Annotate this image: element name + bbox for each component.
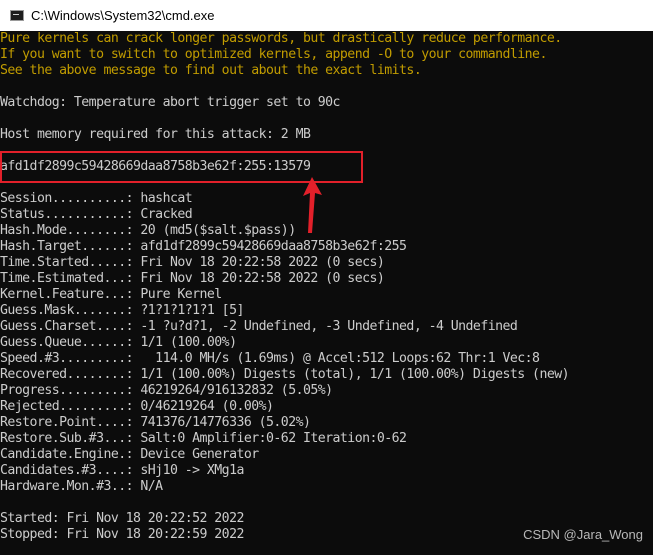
warning-line: Pure kernels can crack longer passwords,… bbox=[0, 31, 562, 46]
status-line-kernel-feature: Kernel.Feature...: Pure Kernel bbox=[0, 287, 222, 302]
window-title: C:\Windows\System32\cmd.exe bbox=[31, 8, 215, 23]
status-line-status: Status...........: Cracked bbox=[0, 207, 193, 222]
watermark: CSDN @Jara_Wong bbox=[523, 527, 643, 542]
status-line-hardware-mon: Hardware.Mon.#3..: N/A bbox=[0, 479, 163, 494]
status-line-hash-target: Hash.Target......: afd1df2899c59428669da… bbox=[0, 239, 407, 254]
host-memory-line: Host memory required for this attack: 2 … bbox=[0, 127, 311, 142]
warning-line: See the above message to find out about … bbox=[0, 63, 422, 78]
status-line-candidate-engine: Candidate.Engine.: Device Generator bbox=[0, 447, 259, 462]
window-titlebar[interactable]: C:\Windows\System32\cmd.exe bbox=[0, 0, 653, 31]
warning-line: If you want to switch to optimized kerne… bbox=[0, 47, 547, 62]
status-line-hash-mode: Hash.Mode........: 20 (md5($salt.$pass)) bbox=[0, 223, 296, 238]
status-line-speed: Speed.#3.........: 114.0 MH/s (1.69ms) @… bbox=[0, 351, 540, 366]
status-line-guess-mask: Guess.Mask.......: ?1?1?1?1?1 [5] bbox=[0, 303, 244, 318]
watchdog-line: Watchdog: Temperature abort trigger set … bbox=[0, 95, 340, 110]
cmd-console-icon bbox=[10, 10, 24, 21]
status-line-time-started: Time.Started.....: Fri Nov 18 20:22:58 2… bbox=[0, 255, 385, 270]
status-line-restore-point: Restore.Point....: 741376/14776336 (5.02… bbox=[0, 415, 311, 430]
status-line-guess-charset: Guess.Charset....: -1 ?u?d?1, -2 Undefin… bbox=[0, 319, 518, 334]
status-line-rejected: Rejected.........: 0/46219264 (0.00%) bbox=[0, 399, 274, 414]
red-arrow-icon bbox=[303, 177, 322, 233]
console-output[interactable]: Pure kernels can crack longer passwords,… bbox=[0, 31, 653, 555]
status-line-candidates: Candidates.#3....: sHj10 -> XMg1a bbox=[0, 463, 244, 478]
status-line-restore-sub: Restore.Sub.#3...: Salt:0 Amplifier:0-62… bbox=[0, 431, 407, 446]
status-line-progress: Progress.........: 46219264/916132832 (5… bbox=[0, 383, 333, 398]
status-line-guess-queue: Guess.Queue......: 1/1 (100.00%) bbox=[0, 335, 237, 350]
status-line-session: Session..........: hashcat bbox=[0, 191, 193, 206]
status-line-time-estimated: Time.Estimated...: Fri Nov 18 20:22:58 2… bbox=[0, 271, 385, 286]
started-line: Started: Fri Nov 18 20:22:52 2022 bbox=[0, 511, 244, 526]
stopped-line: Stopped: Fri Nov 18 20:22:59 2022 bbox=[0, 527, 244, 542]
status-line-recovered: Recovered........: 1/1 (100.00%) Digests… bbox=[0, 367, 570, 382]
